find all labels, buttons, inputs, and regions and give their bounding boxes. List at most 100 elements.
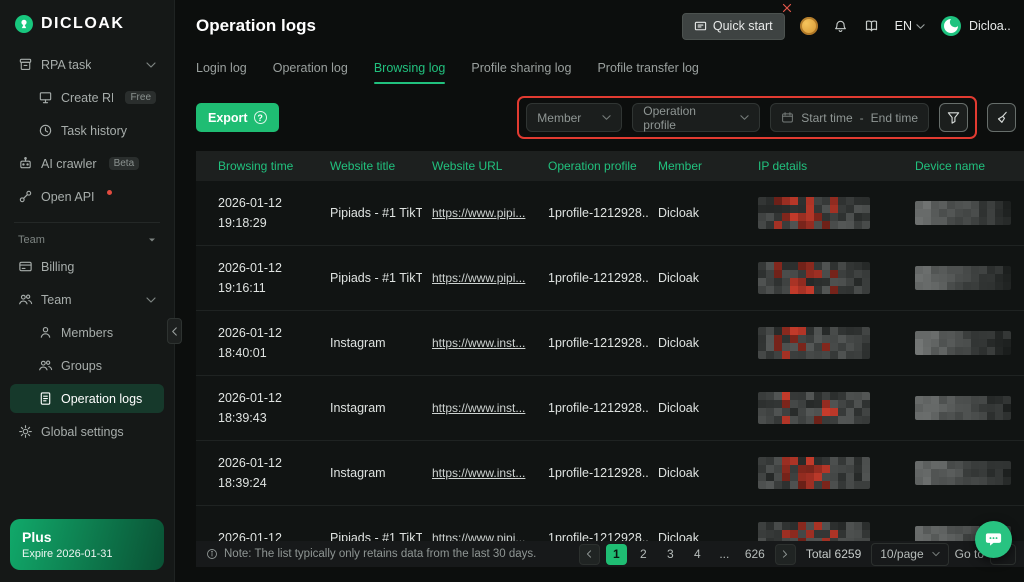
sidebar-item-task-history[interactable]: Task history	[10, 116, 164, 145]
topbar-actions: Quick start EN Dicloa...	[681, 3, 1010, 40]
sidebar-collapse-toggle[interactable]	[167, 318, 182, 344]
device-redacted-blur	[915, 266, 1011, 290]
tab-operation-log[interactable]: Operation log	[273, 61, 348, 84]
tab-browsing-log[interactable]: Browsing log	[373, 61, 445, 84]
column-header: Device name	[905, 159, 1024, 173]
device-redacted-blur	[915, 461, 1011, 485]
prev-page-button[interactable]	[578, 543, 600, 565]
browsing-time-cell: 2026-01-12 18:40:01	[218, 326, 282, 360]
quick-start-label: Quick start	[712, 19, 773, 33]
member-cell: Dicloak	[658, 271, 699, 285]
ip-redacted-blur	[758, 457, 870, 489]
sidebar-item-create-rpa[interactable]: Create RPA Free	[10, 83, 164, 112]
sidebar-item-billing[interactable]: Billing	[10, 252, 164, 281]
sidebar-item-label: Global settings	[41, 424, 124, 439]
page-button[interactable]: 1	[605, 543, 627, 565]
member-icon	[38, 325, 53, 340]
user-menu[interactable]: Dicloa...	[940, 15, 1010, 37]
close-icon[interactable]	[782, 3, 792, 13]
website-url-link[interactable]: https://www.pipi...	[432, 206, 525, 220]
website-url-link[interactable]: https://www.pipi...	[432, 531, 525, 541]
table-row: 2026-01-12 19:18:29 Pipiads - #1 TikT... …	[196, 181, 1024, 246]
member-filter-select[interactable]: Member	[526, 103, 623, 132]
start-time-placeholder: Start time	[801, 110, 853, 125]
browsing-time-cell: 2026-01-12 19:16:11	[218, 261, 282, 295]
ip-details-cell	[748, 457, 905, 489]
website-url-cell: https://www.pipi...	[422, 531, 538, 541]
member-cell: Dicloak	[658, 336, 699, 350]
website-url-link[interactable]: https://www.inst...	[432, 336, 525, 350]
quick-start-button[interactable]: Quick start	[681, 3, 791, 40]
member-cell: Dicloak	[658, 206, 699, 220]
topbar: Operation logs Quick start EN Dicloa...	[175, 0, 1024, 52]
sidebar-item-label: Team	[41, 292, 72, 307]
ip-redacted-blur	[758, 197, 870, 229]
sidebar-item-open-api[interactable]: Open API	[10, 182, 164, 211]
filters-annotation: Member Operation profile Start time - En…	[517, 96, 977, 139]
clear-filters-button[interactable]	[987, 103, 1016, 132]
filter-button[interactable]	[939, 103, 968, 132]
guide-icon	[694, 20, 707, 33]
table-row: 2026-01-12 18:39:24 Instagram https://www…	[196, 441, 1024, 506]
sidebar-item-rpa-task[interactable]: RPA task	[10, 50, 164, 79]
website-title-cell: Pipiads - #1 TikT...	[330, 531, 422, 541]
plan-card[interactable]: Plus Expire 2026-01-31	[10, 519, 164, 570]
bell-icon[interactable]	[833, 19, 848, 34]
sidebar-divider	[14, 222, 160, 223]
chevron-down-icon	[146, 295, 156, 305]
next-page-button[interactable]	[774, 543, 796, 565]
range-separator: -	[859, 110, 864, 125]
chevron-down-icon	[740, 113, 749, 122]
pagination: 1 2 3 4 ... 626 Total 6259 10/page Go to	[578, 542, 1016, 566]
avatar	[940, 15, 962, 37]
page-size-value: 10/page	[880, 547, 924, 561]
info-icon	[206, 548, 218, 560]
profile-filter-select[interactable]: Operation profile	[632, 103, 761, 132]
chat-support-button[interactable]	[975, 521, 1012, 558]
website-url-cell: https://www.inst...	[422, 466, 538, 480]
sidebar-section-team[interactable]: Team	[10, 232, 164, 250]
page-button[interactable]: 626	[741, 544, 769, 565]
sidebar-item-operation-logs[interactable]: Operation logs	[10, 384, 164, 413]
website-url-link[interactable]: https://www.pipi...	[432, 271, 525, 285]
page-button[interactable]: 4	[687, 544, 708, 565]
device-redacted-blur	[915, 201, 1011, 225]
sidebar-item-ai-crawler[interactable]: AI crawler Beta	[10, 149, 164, 178]
book-icon[interactable]	[863, 18, 880, 34]
device-name-cell	[905, 266, 1024, 290]
date-range-picker[interactable]: Start time - End time	[770, 103, 929, 132]
website-title-cell: Instagram	[330, 336, 386, 350]
table-row: 2026-01-12 19:16:11 Pipiads - #1 TikT... …	[196, 246, 1024, 311]
sidebar-item-label: RPA task	[41, 57, 92, 72]
tab-profile-sharing-log[interactable]: Profile sharing log	[471, 61, 571, 84]
sidebar-item-global-settings[interactable]: Global settings	[10, 417, 164, 446]
language-selector[interactable]: EN	[895, 19, 925, 33]
member-cell: Dicloak	[658, 531, 699, 541]
brand-logo: DICLOAK	[10, 12, 164, 48]
website-url-cell: https://www.pipi...	[422, 206, 538, 220]
page-button[interactable]: 3	[660, 544, 681, 565]
website-url-cell: https://www.pipi...	[422, 271, 538, 285]
gear-icon	[18, 424, 33, 439]
caret-down-icon	[148, 236, 156, 244]
statusbar: Note: The list typically only retains da…	[196, 541, 1024, 567]
website-url-link[interactable]: https://www.inst...	[432, 401, 525, 415]
tab-login-log[interactable]: Login log	[196, 61, 247, 84]
sidebar-item-team[interactable]: Team	[10, 285, 164, 314]
rewards-coin-icon[interactable]	[799, 17, 818, 35]
sidebar-item-members[interactable]: Members	[10, 318, 164, 347]
sidebar: DICLOAK RPA task Create RPA Free Task hi…	[0, 0, 175, 582]
log-tabs: Login log Operation log Browsing log Pro…	[175, 52, 1024, 84]
page-size-select[interactable]: 10/page	[871, 542, 949, 566]
column-header: Website title	[320, 159, 422, 173]
device-name-cell	[905, 201, 1024, 225]
page-button[interactable]: 2	[633, 544, 654, 565]
column-header: Member	[648, 159, 748, 173]
ip-redacted-blur	[758, 392, 870, 424]
website-url-link[interactable]: https://www.inst...	[432, 466, 525, 480]
export-button[interactable]: Export ?	[196, 103, 279, 132]
sidebar-item-groups[interactable]: Groups	[10, 351, 164, 380]
chevron-left-icon	[170, 326, 179, 336]
tab-profile-transfer-log[interactable]: Profile transfer log	[597, 61, 698, 84]
api-link-icon	[18, 189, 33, 204]
